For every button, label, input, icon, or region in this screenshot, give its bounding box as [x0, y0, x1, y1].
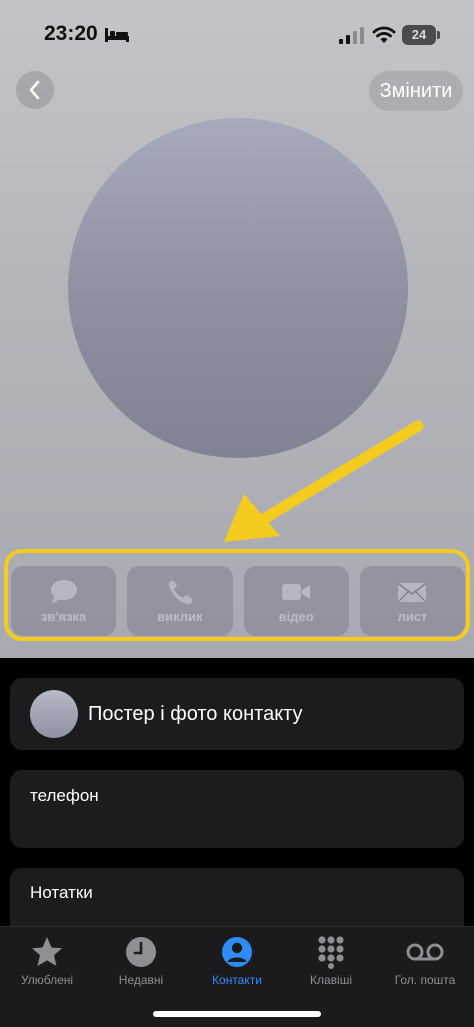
call-label: виклик — [157, 608, 203, 624]
arrow-annotation-icon — [224, 420, 424, 542]
phone-label: телефон — [30, 786, 99, 805]
mail-label: лист — [397, 608, 428, 624]
edit-button[interactable]: Змінити — [369, 71, 463, 111]
video-icon — [282, 583, 311, 600]
battery-tip — [437, 31, 440, 39]
home-indicator — [153, 1011, 321, 1017]
tab-recents-label: Недавні — [118, 973, 164, 987]
tab-keypad[interactable]: Клавіші — [286, 935, 376, 987]
tab-voicemail[interactable]: Гол. пошта — [380, 935, 470, 987]
clock-icon — [126, 937, 156, 967]
call-button[interactable]: виклик — [127, 566, 233, 636]
notes-label: Нотатки — [30, 883, 93, 902]
poster-label: Постер і фото контакту — [88, 703, 303, 725]
tab-favorites-label: Улюблені — [20, 973, 74, 987]
person-icon — [222, 937, 252, 967]
quick-actions: зв'язка виклик відео лист — [11, 566, 465, 636]
video-label: відео — [278, 608, 314, 624]
cellular-signal-icon — [339, 27, 364, 44]
tab-voicemail-label: Гол. пошта — [394, 973, 456, 987]
mail-icon — [398, 582, 427, 602]
status-bar: 23:20 24 — [0, 0, 474, 70]
battery-indicator: 24 — [402, 25, 436, 45]
message-button[interactable]: зв'язка — [11, 566, 117, 636]
poster-photo-row[interactable]: Постер і фото контакту — [10, 678, 464, 750]
status-time: 23:20 — [44, 22, 98, 45]
tab-keypad-label: Клавіші — [310, 973, 352, 987]
wifi-icon — [372, 26, 396, 43]
chevron-left-icon — [29, 80, 40, 100]
message-icon — [50, 579, 77, 604]
keypad-icon — [318, 936, 344, 969]
contact-avatar[interactable] — [68, 118, 408, 458]
star-icon — [32, 937, 62, 966]
video-button[interactable]: відео — [243, 566, 349, 636]
tab-favorites[interactable]: Улюблені — [2, 935, 92, 987]
contact-header: 23:20 24 Змінити зв'язка виклик відео ли… — [0, 0, 474, 658]
poster-avatar — [30, 690, 78, 738]
tab-recents[interactable]: Недавні — [96, 935, 186, 987]
phone-row[interactable]: телефон — [10, 770, 464, 848]
message-label: зв'язка — [40, 608, 87, 624]
phone-icon — [168, 580, 192, 604]
sleep-focus-icon — [105, 28, 129, 42]
tab-contacts-label: Контакти — [212, 973, 262, 987]
back-button[interactable] — [16, 71, 54, 109]
voicemail-icon — [406, 943, 444, 961]
mail-button[interactable]: лист — [359, 566, 465, 636]
tab-contacts[interactable]: Контакти — [192, 935, 282, 987]
